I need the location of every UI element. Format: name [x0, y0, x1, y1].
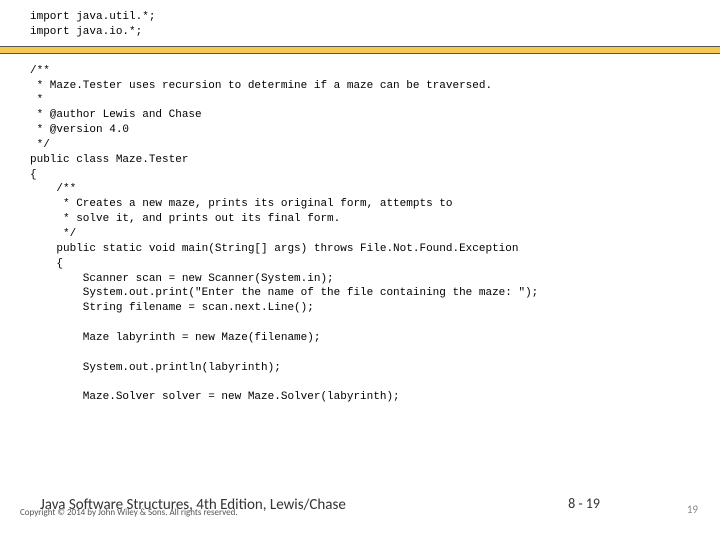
separator-bar — [0, 46, 720, 54]
copyright-text: Copyright © 2014 by John Wiley & Sons. A… — [20, 507, 238, 518]
code-block-body: /** * Maze.Tester uses recursion to dete… — [0, 54, 720, 405]
slide-number: 19 — [687, 503, 698, 516]
code-block-top: import java.util.*; import java.io.*; — [0, 0, 720, 46]
page-number: 8 - 19 — [568, 495, 600, 512]
